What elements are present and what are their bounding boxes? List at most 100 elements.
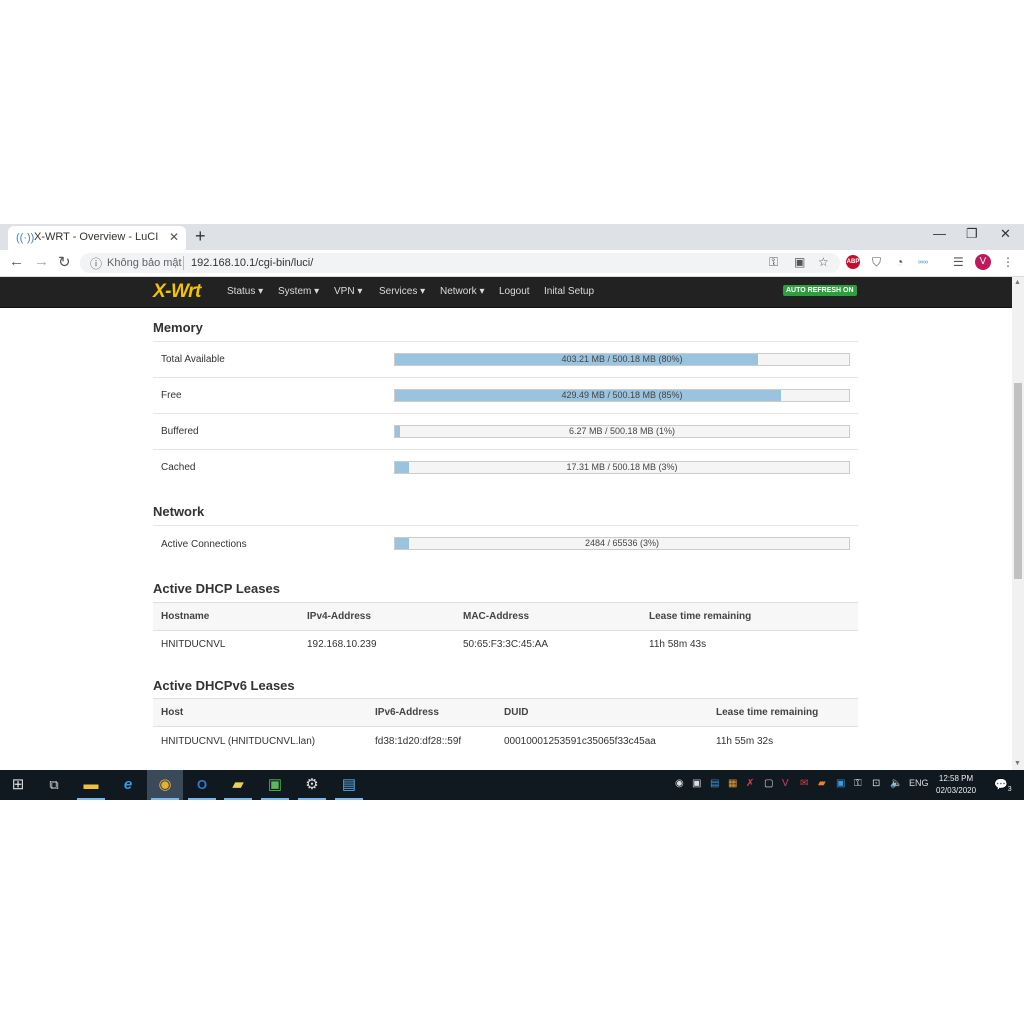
scrollbar-thumb[interactable]: [1014, 383, 1022, 579]
progress-bar: 429.49 MB / 500.18 MB (85%): [394, 389, 850, 402]
chrome-icon[interactable]: ◉: [147, 770, 183, 800]
tray-icon[interactable]: ▰: [818, 778, 826, 789]
browser-tab[interactable]: ((·)) X-WRT - Overview - LuCI ✕: [8, 226, 186, 250]
translate-icon[interactable]: ▣: [794, 255, 805, 269]
memory-divider: [153, 341, 858, 342]
table-cell: fd38:1d20:df28::59f: [375, 736, 462, 747]
table-cell: HNITDUCNVL: [161, 639, 226, 650]
column-header[interactable]: IPv4-Address: [307, 611, 371, 622]
extension-icon[interactable]: ∞∞: [918, 259, 928, 266]
key-icon[interactable]: ⚿: [769, 255, 778, 270]
dhcp-title: Active DHCP Leases: [153, 581, 280, 596]
notes-app-icon[interactable]: ▰: [220, 770, 256, 800]
task-view-icon[interactable]: ⧉: [36, 770, 72, 800]
table-cell: 11h 58m 43s: [649, 639, 707, 650]
menu-network[interactable]: Network ▾: [440, 286, 484, 297]
progress-bar: 17.31 MB / 500.18 MB (3%): [394, 461, 850, 474]
column-header[interactable]: Host: [161, 707, 183, 718]
remote-desktop-icon[interactable]: ▣: [257, 770, 293, 800]
new-tab-button[interactable]: +: [195, 226, 206, 247]
tray-icon[interactable]: ▤: [710, 778, 719, 789]
progress-text: 2484 / 65536 (3%): [584, 538, 660, 548]
progress-text: 17.31 MB / 500.18 MB (3%): [566, 462, 678, 472]
clock[interactable]: 12:58 PM 02/03/2020: [936, 773, 976, 797]
minimize-icon[interactable]: —: [933, 226, 946, 241]
table-cell: HNITDUCNVL (HNITDUCNVL.lan): [161, 736, 316, 747]
menu-initial-setup[interactable]: Inital Setup: [544, 286, 594, 297]
column-header[interactable]: DUID: [504, 707, 528, 718]
avatar[interactable]: V: [975, 254, 991, 270]
progress-text: 429.49 MB / 500.18 MB (85%): [561, 390, 683, 400]
tray-icon[interactable]: ▣: [836, 778, 845, 789]
forward-icon[interactable]: →: [34, 253, 49, 270]
tray-icon[interactable]: ✗: [746, 778, 754, 789]
back-icon[interactable]: ←: [9, 253, 24, 270]
menu-kebab-icon[interactable]: ⋮: [1002, 255, 1014, 269]
taskbar: ⊞ ⧉ ▬ e ◉ O ▰ ▣ ⚙ ▤ ◉ ▣ ▤ ▦ ✗ ▢ V ✉ ▰ ▣ …: [0, 770, 1024, 800]
shield-extension-icon[interactable]: ⛉: [872, 255, 881, 270]
scroll-up-icon[interactable]: ▲: [1014, 279, 1021, 286]
adblock-icon[interactable]: ABP: [846, 255, 860, 269]
outlook-icon[interactable]: O: [184, 770, 220, 800]
table-cell: 50:65:F3:3C:45:AA: [463, 639, 549, 650]
network-tray-icon[interactable]: ⊡: [872, 778, 880, 789]
menu-status[interactable]: Status ▾: [227, 286, 263, 297]
progress-bar: 403.21 MB / 500.18 MB (80%): [394, 353, 850, 366]
settings-gear-icon[interactable]: ⚙: [294, 770, 330, 800]
main-content: Memory Total Available 403.21 MB / 500.1…: [0, 308, 1012, 770]
column-header[interactable]: MAC-Address: [463, 611, 529, 622]
insecure-label: Không bảo mật: [107, 257, 182, 269]
playlist-icon[interactable]: ☰: [953, 255, 964, 269]
notification-icon[interactable]: 💬3: [994, 778, 1012, 793]
tray-icon[interactable]: ▢: [764, 778, 773, 789]
menu-system[interactable]: System ▾: [278, 286, 319, 297]
running-indicator: [188, 798, 216, 800]
network-row-label: Active Connections: [161, 539, 247, 550]
address-bar: ← → ↻ ⓘ Không bảo mật 192.168.10.1/cgi-b…: [0, 250, 1024, 277]
file-explorer-icon[interactable]: ▬: [73, 770, 109, 800]
tray-icon[interactable]: ⚿: [854, 778, 862, 789]
clock-time: 12:58 PM: [938, 774, 974, 783]
speed-extension-icon[interactable]: ◔: [896, 255, 903, 269]
tray-icon[interactable]: ▦: [728, 778, 737, 789]
tray-icon[interactable]: ✉: [800, 778, 808, 789]
menu-vpn[interactable]: VPN ▾: [334, 286, 362, 297]
memory-row-label: Buffered: [161, 426, 199, 437]
bookmark-star-icon[interactable]: ☆: [818, 255, 829, 269]
tray-icon[interactable]: V: [782, 778, 789, 789]
tray-icon[interactable]: ▣: [692, 778, 701, 789]
menu-services[interactable]: Services ▾: [379, 286, 425, 297]
row-divider: [153, 449, 858, 450]
column-header[interactable]: Lease time remaining: [716, 707, 818, 718]
wireless-icon: ((·)): [16, 232, 35, 244]
omnibox-divider: [183, 256, 184, 270]
language-indicator[interactable]: ENG: [909, 778, 929, 788]
windows-start-icon[interactable]: ⊞: [0, 770, 36, 800]
close-tab-icon[interactable]: ✕: [169, 230, 179, 244]
reload-icon[interactable]: ↻: [58, 253, 71, 271]
dhcp6-table-header: Host IPv6-Address DUID Lease time remain…: [153, 698, 858, 727]
brand-logo[interactable]: X-Wrt: [153, 281, 201, 303]
column-header[interactable]: Lease time remaining: [649, 611, 751, 622]
internet-explorer-icon[interactable]: e: [110, 770, 146, 800]
router-navbar: X-Wrt Status ▾ System ▾ VPN ▾ Services ▾…: [0, 277, 1012, 308]
vertical-scrollbar[interactable]: ▲ ▼: [1012, 277, 1024, 770]
menu-logout[interactable]: Logout: [499, 286, 530, 297]
close-window-icon[interactable]: ✕: [1000, 226, 1011, 242]
chrome-tray-icon[interactable]: ◉: [675, 778, 684, 789]
column-header[interactable]: IPv6-Address: [375, 707, 439, 718]
omnibox[interactable]: ⓘ Không bảo mật 192.168.10.1/cgi-bin/luc…: [80, 253, 840, 273]
column-header[interactable]: Hostname: [161, 611, 209, 622]
running-indicator: [224, 798, 252, 800]
url-text[interactable]: 192.168.10.1/cgi-bin/luci/: [191, 257, 313, 269]
scroll-down-icon[interactable]: ▼: [1014, 760, 1021, 767]
network-app-icon[interactable]: ▤: [331, 770, 367, 800]
row-divider: [153, 413, 858, 414]
volume-icon[interactable]: 🔈: [890, 778, 902, 789]
screen: ((·)) X-WRT - Overview - LuCI ✕ + — ❐ ✕ …: [0, 224, 1024, 800]
tab-strip: ((·)) X-WRT - Overview - LuCI ✕ + — ❐ ✕: [0, 224, 1024, 250]
network-title: Network: [153, 504, 205, 519]
auto-refresh-badge[interactable]: AUTO REFRESH ON: [783, 285, 857, 296]
info-icon[interactable]: ⓘ: [90, 255, 102, 272]
restore-icon[interactable]: ❐: [966, 226, 978, 242]
